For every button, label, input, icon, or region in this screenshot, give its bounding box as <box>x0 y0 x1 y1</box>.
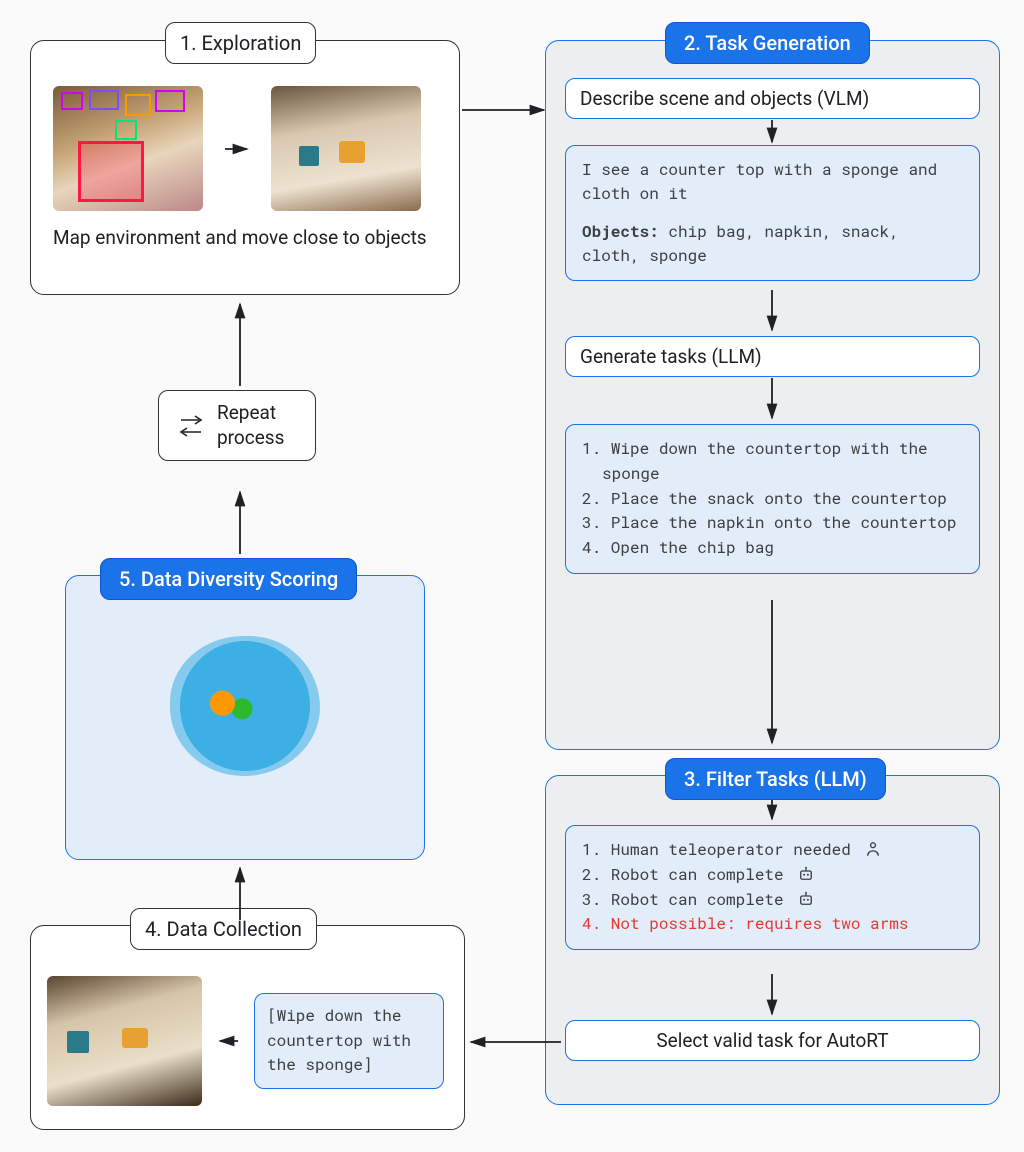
select-task-text: Select valid task for AutoRT <box>656 1029 888 1052</box>
step2-title: 2. Task Generation <box>665 22 870 64</box>
task-4: 4. Open the chip bag <box>602 536 963 561</box>
task-2: 2. Place the snack onto the countertop <box>602 487 963 512</box>
collection-image <box>47 976 202 1106</box>
selected-task-box: [Wipe down the countertop with the spong… <box>254 993 444 1089</box>
diversity-scatter <box>145 621 345 791</box>
person-icon <box>864 840 882 858</box>
vlm-text: I see a counter top with a sponge and cl… <box>582 158 963 206</box>
step3-title-text: 3. Filter Tasks (LLM) <box>684 767 867 791</box>
filter-row-1: 1. Human teleoperator needed <box>602 838 963 863</box>
repeat-label-text: Repeat process <box>217 401 297 450</box>
robot-icon <box>797 890 815 908</box>
task-3: 3. Place the napkin onto the countertop <box>602 511 963 536</box>
tasks-list: 1. Wipe down the countertop with the spo… <box>565 424 980 574</box>
generate-header-text: Generate tasks (LLM) <box>580 345 762 368</box>
step5-title: 5. Data Diversity Scoring <box>100 558 357 600</box>
vlm-objects-line: Objects: chip bag, napkin, snack, cloth,… <box>582 220 963 268</box>
filter-3-text: 3. Robot can complete <box>582 889 784 910</box>
select-task: Select valid task for AutoRT <box>565 1020 980 1061</box>
step3-title: 3. Filter Tasks (LLM) <box>665 758 886 800</box>
describe-header: Describe scene and objects (VLM) <box>565 78 980 119</box>
step4-title: 4. Data Collection <box>130 908 317 950</box>
step5-panel <box>65 575 425 860</box>
exploration-image-1 <box>53 86 203 211</box>
step5-title-text: 5. Data Diversity Scoring <box>119 567 338 591</box>
step4-panel: [Wipe down the countertop with the spong… <box>30 925 465 1130</box>
repeat-icon <box>177 411 205 441</box>
step1-title: 1. Exploration <box>165 22 316 64</box>
repeat-box: Repeat process <box>158 390 316 461</box>
selected-task-text: [Wipe down the countertop with the spong… <box>267 1005 411 1076</box>
robot-icon <box>797 865 815 883</box>
exploration-image-2 <box>271 86 421 211</box>
step4-title-text: 4. Data Collection <box>145 917 302 941</box>
step1-panel: Map environment and move close to object… <box>30 40 460 295</box>
filter-results: 1. Human teleoperator needed 2. Robot ca… <box>565 825 980 950</box>
filter-row-2: 2. Robot can complete <box>602 863 963 888</box>
objects-label: Objects: <box>582 221 659 242</box>
step2-title-text: 2. Task Generation <box>684 31 851 55</box>
filter-4-text: 4. Not possible: requires two arms <box>602 912 963 937</box>
step1-caption: Map environment and move close to object… <box>53 225 437 252</box>
filter-2-text: 2. Robot can complete <box>582 864 784 885</box>
describe-header-text: Describe scene and objects (VLM) <box>580 87 869 110</box>
generate-header: Generate tasks (LLM) <box>565 336 980 377</box>
task-1: 1. Wipe down the countertop with the spo… <box>602 437 963 487</box>
filter-row-3: 3. Robot can complete <box>602 888 963 913</box>
step1-title-text: 1. Exploration <box>180 31 301 55</box>
vlm-output: I see a counter top with a sponge and cl… <box>565 145 980 281</box>
filter-1-text: 1. Human teleoperator needed <box>582 839 851 860</box>
